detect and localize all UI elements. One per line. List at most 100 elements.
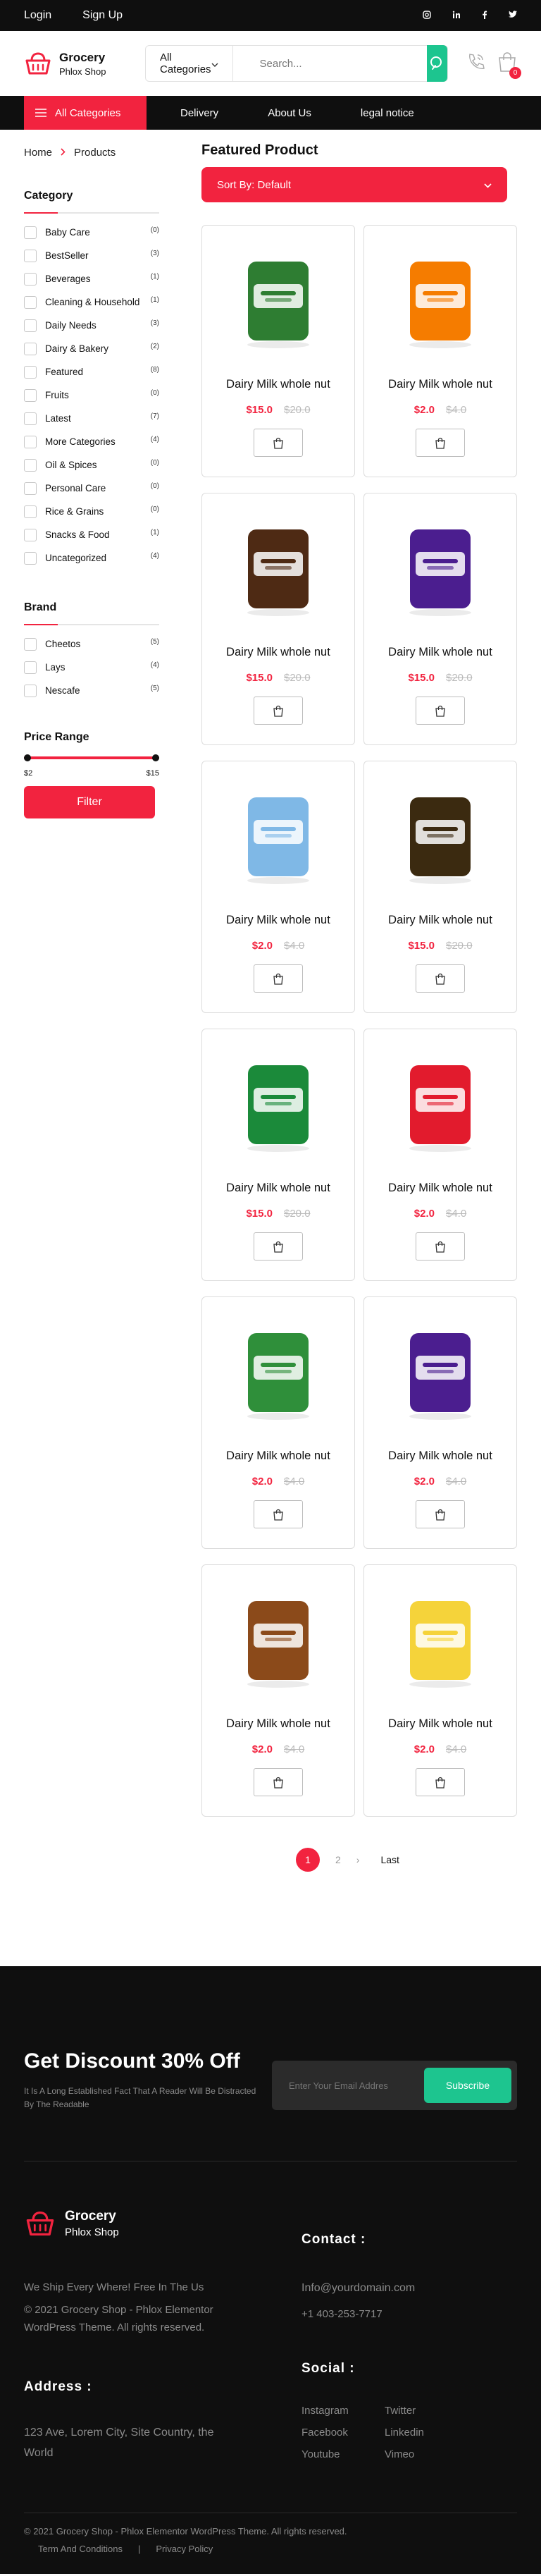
add-to-cart-button[interactable] <box>254 1500 303 1528</box>
next-page-arrow[interactable]: › <box>356 1854 360 1865</box>
facebook-icon[interactable] <box>482 11 487 21</box>
category-item[interactable]: Uncategorized (4) <box>24 552 159 565</box>
checkbox[interactable] <box>24 685 37 697</box>
instagram-icon[interactable] <box>423 10 431 21</box>
checkbox[interactable] <box>24 366 37 379</box>
category-item[interactable]: Personal Care (0) <box>24 482 159 495</box>
nutella-jar-image[interactable] <box>222 1583 335 1696</box>
add-to-cart-button[interactable] <box>416 1232 465 1261</box>
activia-pack-image[interactable] <box>222 1315 335 1428</box>
subscribe-button[interactable]: Subscribe <box>424 2068 511 2103</box>
product-name[interactable]: Dairy Milk whole nut <box>226 1717 330 1731</box>
footer-logo[interactable]: Grocery Phlox Shop <box>24 2208 301 2239</box>
cheetos-bag-image[interactable] <box>384 244 497 357</box>
social-link-youtube[interactable]: Youtube <box>301 2448 385 2460</box>
product-card[interactable]: Dairy Milk whole nut $2.0 $4.0 <box>363 225 517 477</box>
price-range-max-handle[interactable] <box>152 754 159 761</box>
add-to-cart-button[interactable] <box>416 697 465 725</box>
product-card[interactable]: Dairy Milk whole nut $15.0 $20.0 <box>201 1029 355 1281</box>
checkbox[interactable] <box>24 250 37 262</box>
add-to-cart-button[interactable] <box>254 1768 303 1796</box>
add-to-cart-button[interactable] <box>254 964 303 993</box>
dairy-milk-box-image[interactable] <box>384 512 497 625</box>
product-name[interactable]: Dairy Milk whole nut <box>226 378 330 391</box>
product-name[interactable]: Dairy Milk whole nut <box>226 1449 330 1463</box>
special-k-box-image[interactable] <box>384 1048 497 1160</box>
category-item[interactable]: Fruits (0) <box>24 389 159 402</box>
product-name[interactable]: Dairy Milk whole nut <box>388 1182 492 1195</box>
product-name[interactable]: Dairy Milk whole nut <box>226 1182 330 1195</box>
brand-item[interactable]: Lays (4) <box>24 661 159 674</box>
nav-link-about[interactable]: About Us <box>268 107 311 119</box>
yogurt-cup-image[interactable] <box>222 244 335 357</box>
domino-sugar-bag-image[interactable] <box>384 1583 497 1696</box>
add-to-cart-button[interactable] <box>254 697 303 725</box>
add-to-cart-button[interactable] <box>416 1500 465 1528</box>
nescafe-jar-image[interactable] <box>222 512 335 625</box>
baby-bottle-pack-image[interactable] <box>222 780 335 893</box>
product-card[interactable]: Dairy Milk whole nut $15.0 $20.0 <box>201 493 355 745</box>
product-name[interactable]: Dairy Milk whole nut <box>226 646 330 659</box>
category-select[interactable]: All Categories <box>146 46 233 81</box>
product-card[interactable]: Dairy Milk whole nut $2.0 $4.0 <box>363 1296 517 1549</box>
checkbox[interactable] <box>24 459 37 472</box>
product-card[interactable]: Dairy Milk whole nut $15.0 $20.0 <box>201 225 355 477</box>
checkbox[interactable] <box>24 638 37 651</box>
product-card[interactable]: Dairy Milk whole nut $2.0 $4.0 <box>201 1296 355 1549</box>
product-name[interactable]: Dairy Milk whole nut <box>388 646 492 659</box>
product-name[interactable]: Dairy Milk whole nut <box>388 914 492 927</box>
category-item[interactable]: Featured (8) <box>24 366 159 379</box>
product-name[interactable]: Dairy Milk whole nut <box>388 1449 492 1463</box>
social-link-linkedin[interactable]: Linkedin <box>385 2427 468 2439</box>
add-to-cart-button[interactable] <box>416 964 465 993</box>
category-item[interactable]: More Categories (4) <box>24 436 159 448</box>
product-card[interactable]: Dairy Milk whole nut $2.0 $4.0 <box>363 1029 517 1281</box>
checkbox[interactable] <box>24 389 37 402</box>
search-input[interactable] <box>232 46 427 81</box>
all-categories-button[interactable]: All Categories <box>24 96 147 130</box>
product-name[interactable]: Dairy Milk whole nut <box>226 914 330 927</box>
login-link[interactable]: Login <box>24 9 51 22</box>
last-page-link[interactable]: Last <box>380 1854 399 1865</box>
product-card[interactable]: Dairy Milk whole nut $15.0 $20.0 <box>363 761 517 1013</box>
checkbox[interactable] <box>24 412 37 425</box>
product-card[interactable]: Dairy Milk whole nut $2.0 $4.0 <box>201 761 355 1013</box>
checkbox[interactable] <box>24 505 37 518</box>
email-field[interactable] <box>289 2080 424 2091</box>
nav-link-legal[interactable]: legal notice <box>361 107 414 119</box>
product-name[interactable]: Dairy Milk whole nut <box>388 1717 492 1731</box>
social-link-vimeo[interactable]: Vimeo <box>385 2448 468 2460</box>
search-button[interactable] <box>426 45 447 82</box>
checkbox[interactable] <box>24 552 37 565</box>
category-item[interactable]: Snacks & Food (1) <box>24 529 159 541</box>
social-link-instagram[interactable]: Instagram <box>301 2405 385 2417</box>
checkbox[interactable] <box>24 529 37 541</box>
nav-link-delivery[interactable]: Delivery <box>180 107 218 119</box>
checkbox[interactable] <box>24 343 37 355</box>
brand-item[interactable]: Nescafe (5) <box>24 685 159 697</box>
contact-phone[interactable]: +1 403-253-7717 <box>301 2305 517 2324</box>
product-card[interactable]: Dairy Milk whole nut $15.0 $20.0 <box>363 493 517 745</box>
category-item[interactable]: Dairy & Bakery (2) <box>24 343 159 355</box>
add-to-cart-button[interactable] <box>416 1768 465 1796</box>
category-item[interactable]: Cleaning & Household (1) <box>24 296 159 309</box>
category-item[interactable]: Beverages (1) <box>24 273 159 286</box>
social-link-twitter[interactable]: Twitter <box>385 2405 468 2417</box>
milo-pouch-image[interactable] <box>222 1048 335 1160</box>
logo[interactable]: Grocery Phlox Shop <box>24 49 121 78</box>
brand-item[interactable]: Cheetos (5) <box>24 638 159 651</box>
page-link-2[interactable]: 2 <box>335 1854 341 1865</box>
product-card[interactable]: Dairy Milk whole nut $2.0 $4.0 <box>201 1564 355 1817</box>
sort-dropdown[interactable]: Sort By: Default <box>201 167 507 202</box>
dairy-milk-bar-image[interactable] <box>384 1315 497 1428</box>
filter-button[interactable]: Filter <box>24 786 155 818</box>
contact-email[interactable]: Info@yourdomain.com <box>301 2278 517 2298</box>
category-item[interactable]: Rice & Grains (0) <box>24 505 159 518</box>
checkbox[interactable] <box>24 661 37 674</box>
header-cart[interactable]: 0 <box>497 51 521 79</box>
phone-icon[interactable] <box>465 51 486 76</box>
product-card[interactable]: Dairy Milk whole nut $2.0 $4.0 <box>363 1564 517 1817</box>
social-link-facebook[interactable]: Facebook <box>301 2427 385 2439</box>
add-to-cart-button[interactable] <box>254 1232 303 1261</box>
twitter-icon[interactable] <box>509 10 517 21</box>
